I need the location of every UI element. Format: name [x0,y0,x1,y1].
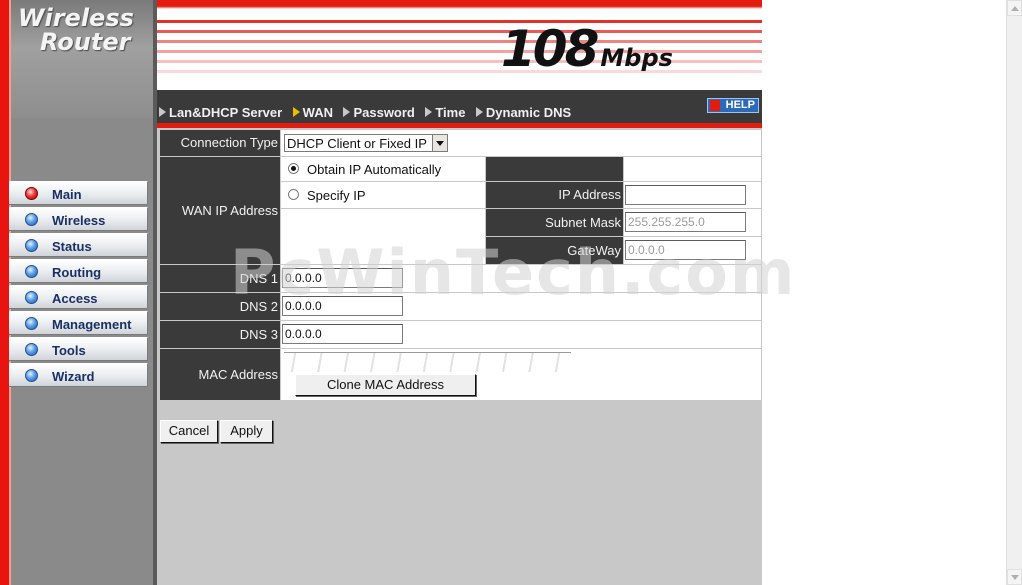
ip-block-header-cell [624,157,761,181]
sidebar: Wireless Router Main Wireless Status Rou… [0,0,157,585]
arrow-right-icon [343,106,351,117]
tab-time[interactable]: Time [425,105,465,120]
wan-ip-label: WAN IP Address [160,157,280,264]
header-banner: 108 Mbps [157,0,762,90]
arrow-right-icon [292,106,300,117]
blue-bullet-icon [25,317,38,330]
menu-item-wireless[interactable]: Wireless [9,207,148,231]
main-menu: Main Wireless Status Routing Access Mana… [9,181,148,389]
nav-tabs: Lan&DHCP Server WAN Password Time Dynami… [159,104,577,122]
ip-address-cell [624,182,761,208]
tab-label: WAN [302,105,333,120]
dns3-cell [281,321,761,348]
ip-address-input[interactable] [625,185,746,205]
blue-bullet-icon [25,369,38,382]
chevron-down-icon [432,135,447,151]
nav-bar: Lan&DHCP Server WAN Password Time Dynami… [157,90,762,128]
tab-label: Dynamic DNS [485,105,572,120]
blue-bullet-icon [25,213,38,226]
speed-logo: 108 Mbps [501,20,673,78]
dns3-label: DNS 3 [160,321,280,348]
menu-item-routing[interactable]: Routing [9,259,148,283]
wireless-router-logo: Wireless Router [18,6,150,54]
dns2-input[interactable] [282,296,403,316]
menu-item-wizard[interactable]: Wizard [9,363,148,387]
gateway-input[interactable] [625,240,746,260]
obtain-auto-cell: Obtain IP Automatically [281,157,485,181]
apply-button[interactable]: Apply [220,420,273,443]
vertical-scrollbar[interactable] [1006,0,1022,585]
menu-item-label: Management [52,317,132,332]
obtain-auto-label: Obtain IP Automatically [307,162,442,177]
connection-type-value: DHCP Client or Fixed IP [287,136,427,151]
dns2-cell [281,293,761,320]
arrow-right-icon [425,106,433,117]
speed-unit: Mbps [600,44,673,72]
tab-password[interactable]: Password [343,105,415,120]
menu-item-label: Wireless [52,213,106,228]
blue-bullet-icon [25,265,38,278]
dns1-input[interactable] [282,268,403,288]
tab-lan-dhcp-server[interactable]: Lan&DHCP Server [159,105,282,120]
specify-ip-cell: Specify IP [281,182,485,208]
ip-block-header [486,157,623,181]
blue-bullet-icon [25,239,38,252]
obtain-auto-radio[interactable] [288,163,299,174]
connection-type-cell: DHCP Client or Fixed IP [281,130,761,156]
menu-item-label: Status [52,239,92,254]
dns1-label: DNS 1 [160,265,280,292]
menu-item-tools[interactable]: Tools [9,337,148,361]
subnet-mask-label: Subnet Mask [486,209,623,236]
speed-number: 108 [501,20,599,78]
blue-bullet-icon [25,291,38,304]
blue-bullet-icon [25,343,38,356]
menu-item-management[interactable]: Management [9,311,148,335]
menu-item-access[interactable]: Access [9,285,148,309]
red-bullet-icon [25,187,38,200]
gateway-cell [624,237,761,264]
dns1-cell [281,265,761,292]
mac-address-fields[interactable] [284,352,571,372]
cancel-button[interactable]: Cancel [160,420,218,443]
tab-label: Time [435,105,466,120]
tab-label: Password [353,105,415,120]
menu-item-main[interactable]: Main [9,181,148,205]
mac-address-label: MAC Address [160,349,280,400]
arrow-right-icon [159,106,166,117]
help-label: HELP [725,99,755,111]
menu-item-label: Access [52,291,98,306]
logo-line-2: Router [40,28,131,56]
tab-dynamic-dns[interactable]: Dynamic DNS [475,105,572,120]
tab-wan[interactable]: WAN [292,105,333,120]
sidebar-red-strip [0,0,9,585]
clone-mac-button[interactable]: Clone MAC Address [295,374,476,396]
content-area: Connection Type DHCP Client or Fixed IP … [157,128,762,585]
menu-item-label: Wizard [52,369,95,384]
help-button[interactable]: HELP [707,98,759,113]
menu-item-status[interactable]: Status [9,233,148,257]
subnet-mask-cell [624,209,761,236]
scroll-up-icon[interactable] [1007,0,1022,16]
scroll-down-icon[interactable] [1007,569,1022,585]
dns3-input[interactable] [282,324,403,344]
help-icon [710,100,720,111]
menu-item-label: Main [52,187,82,202]
specify-ip-label: Specify IP [307,188,366,203]
connection-type-select[interactable]: DHCP Client or Fixed IP [284,134,448,152]
subnet-mask-input[interactable] [625,212,746,232]
mac-address-cell: Clone MAC Address [281,349,761,400]
wan-ip-empty-cell [281,209,485,264]
specify-ip-radio[interactable] [288,189,299,200]
menu-item-label: Tools [52,343,86,358]
tab-label: Lan&DHCP Server [169,105,283,120]
arrow-right-icon [475,106,483,117]
ip-address-label: IP Address [486,182,623,208]
connection-type-label: Connection Type [160,130,280,156]
menu-item-label: Routing [52,265,102,280]
gateway-label: GateWay [486,237,623,264]
dns2-label: DNS 2 [160,293,280,320]
